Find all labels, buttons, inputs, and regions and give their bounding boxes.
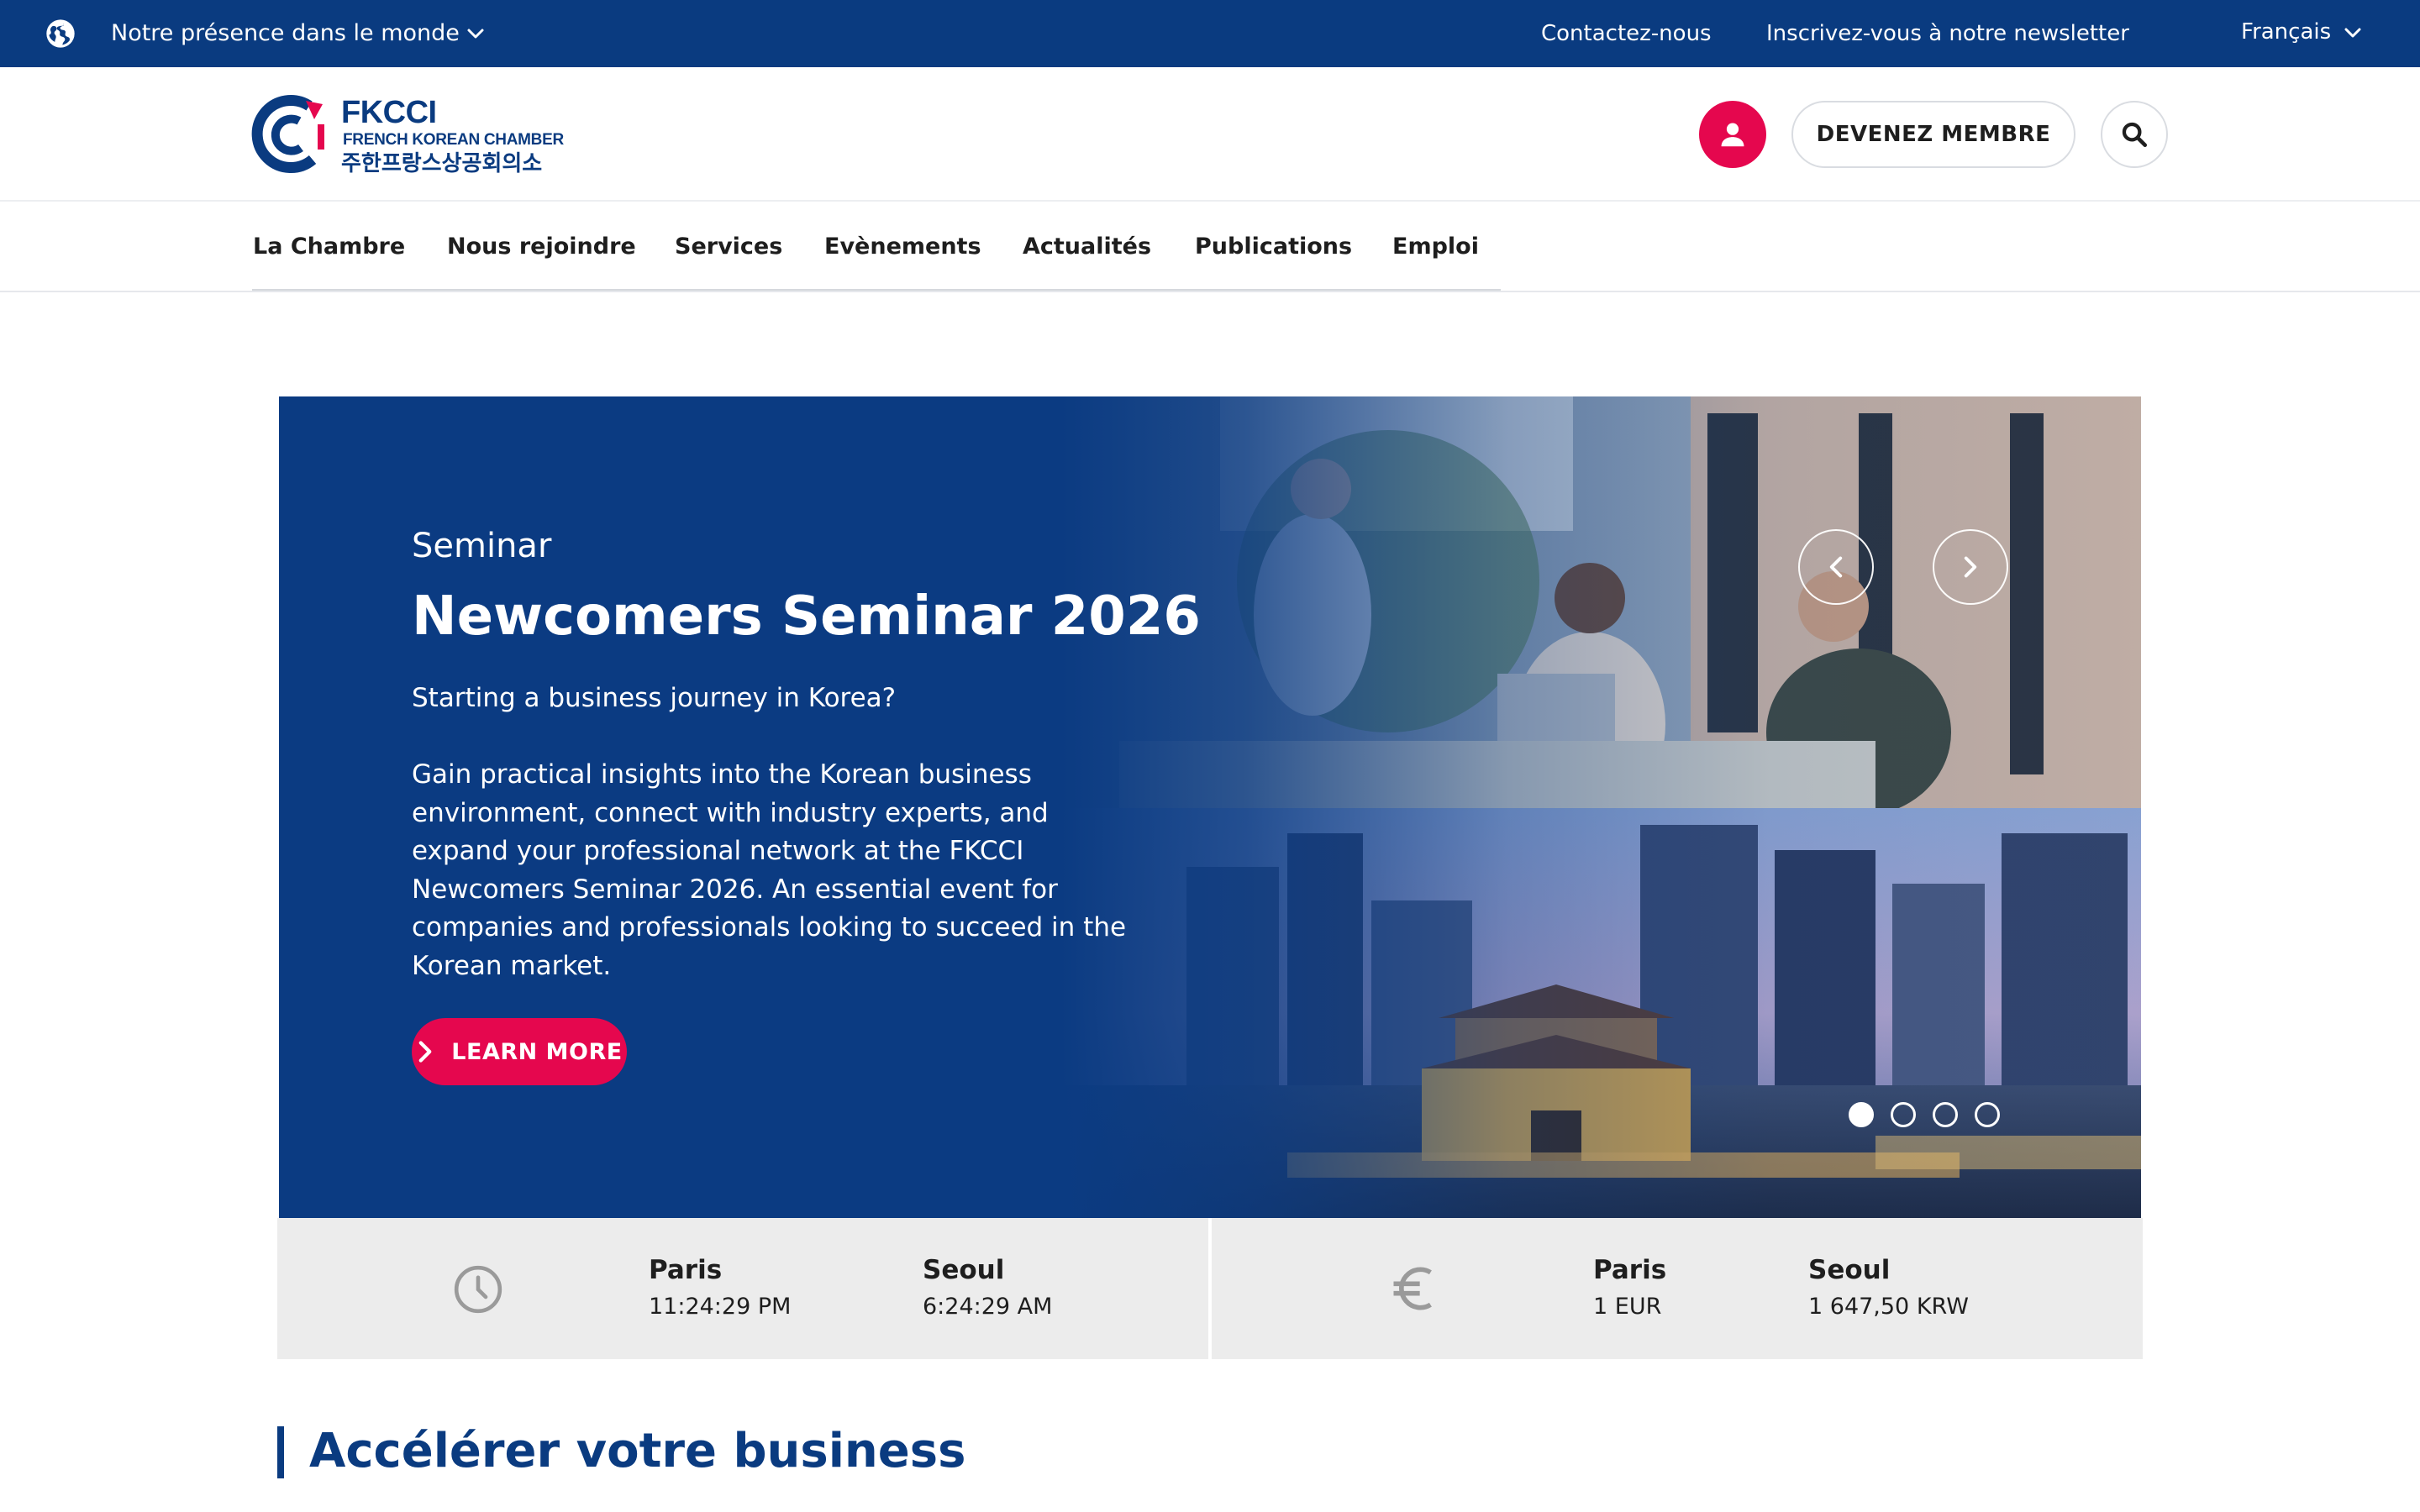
- hero-eyebrow: Seminar: [412, 527, 552, 565]
- currency-value-paris: 1 EUR: [1593, 1294, 1662, 1320]
- world-presence-dropdown[interactable]: Notre présence dans le monde: [111, 17, 460, 50]
- chevron-right-icon: [1964, 556, 1977, 578]
- learn-more-label: LEARN MORE: [451, 1038, 623, 1065]
- section-title: Accélérer votre business: [309, 1424, 966, 1478]
- logo-korean-text: 주한프랑스상공회의소: [341, 151, 543, 176]
- time-city-paris: Paris: [649, 1255, 723, 1285]
- logo-brand-text: FKCCI: [341, 95, 437, 130]
- nav-item-la-chambre[interactable]: La Chambre: [253, 228, 405, 265]
- nav-underline: [252, 289, 1501, 291]
- hero-carousel: Seminar Newcomers Seminar 2026 Starting …: [279, 396, 2141, 1218]
- globe-icon[interactable]: [44, 17, 77, 50]
- carousel-dot-4[interactable]: [1975, 1102, 2000, 1127]
- carousel-dot-3[interactable]: [1933, 1102, 1958, 1127]
- carousel-dot-1[interactable]: [1849, 1102, 1874, 1127]
- currency-city-paris: Paris: [1593, 1255, 1667, 1285]
- euro-icon: [1393, 1267, 1432, 1310]
- language-selector[interactable]: Français: [2241, 15, 2331, 49]
- main-navigation: La Chambre Nous rejoindre Services Evène…: [0, 203, 2420, 292]
- strip-divider: [1208, 1218, 1212, 1359]
- site-header: FKCCI FRENCH KOREAN CHAMBER 주한프랑스상공회의소 D…: [0, 67, 2420, 202]
- nav-item-publications[interactable]: Publications: [1195, 228, 1352, 265]
- chevron-left-icon: [1829, 556, 1843, 578]
- learn-more-button[interactable]: LEARN MORE: [412, 1018, 627, 1085]
- top-utility-bar: Notre présence dans le monde Contactez-n…: [0, 0, 2420, 67]
- newsletter-link[interactable]: Inscrivez-vous à notre newsletter: [1766, 17, 2129, 50]
- logo-mark-icon: [251, 95, 324, 173]
- logo-subtitle: FRENCH KOREAN CHAMBER: [343, 131, 564, 149]
- nav-item-services[interactable]: Services: [675, 228, 782, 265]
- carousel-next-button[interactable]: [1933, 529, 2008, 605]
- become-member-button[interactable]: DEVENEZ MEMBRE: [1791, 101, 2075, 168]
- nav-item-actualites[interactable]: Actualités: [1023, 228, 1151, 265]
- nav-item-nous-rejoindre[interactable]: Nous rejoindre: [447, 228, 636, 265]
- chevron-down-icon[interactable]: [2341, 23, 2365, 43]
- chevron-right-icon: [418, 1041, 432, 1063]
- chevron-down-icon[interactable]: [464, 24, 487, 44]
- contact-link[interactable]: Contactez-nous: [1541, 17, 1712, 50]
- user-icon: [1721, 123, 1744, 147]
- currency-value-seoul: 1 647,50 KRW: [1808, 1294, 1969, 1320]
- hero-lead: Starting a business journey in Korea?: [412, 683, 897, 713]
- carousel-prev-button[interactable]: [1798, 529, 1874, 605]
- section-accent-bar: [277, 1426, 284, 1478]
- time-value-seoul: 6:24:29 AM: [923, 1294, 1053, 1320]
- user-account-button[interactable]: [1699, 101, 1766, 168]
- clock-icon: [454, 1265, 502, 1314]
- nav-item-evenements[interactable]: Evènements: [824, 228, 981, 265]
- time-currency-strip: Paris 11:24:29 PM Seoul 6:24:29 AM Paris…: [277, 1218, 2143, 1359]
- fkcci-logo[interactable]: FKCCI FRENCH KOREAN CHAMBER 주한프랑스상공회의소: [250, 91, 570, 178]
- hero-description: Gain practical insights into the Korean …: [412, 759, 1127, 981]
- search-icon: [2122, 122, 2148, 148]
- currency-city-seoul: Seoul: [1808, 1255, 1891, 1285]
- time-city-seoul: Seoul: [923, 1255, 1005, 1285]
- hero-title: Newcomers Seminar 2026: [412, 585, 1201, 648]
- search-button[interactable]: [2101, 101, 2168, 168]
- time-value-paris: 11:24:29 PM: [649, 1294, 792, 1320]
- nav-item-emploi[interactable]: Emploi: [1392, 228, 1479, 265]
- carousel-dot-2[interactable]: [1891, 1102, 1916, 1127]
